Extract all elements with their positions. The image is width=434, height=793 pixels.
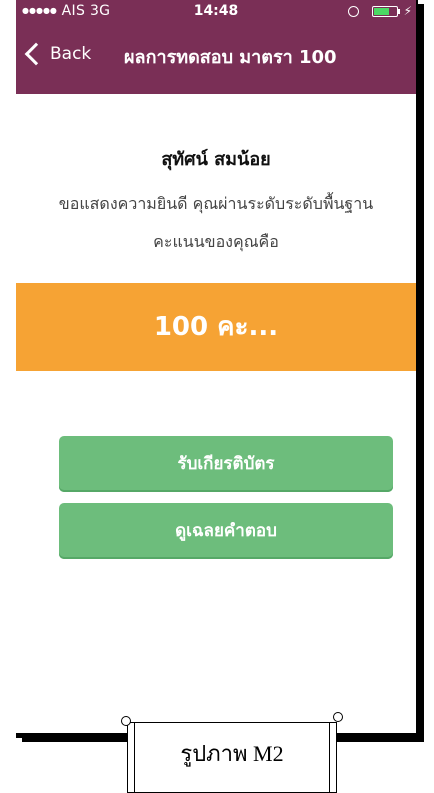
phone-screen: ●●●●● AIS 3G 14:48 ⚡ Back ผลการทดสอบ มาต… — [16, 0, 416, 733]
navigation-bar: Back ผลการทดสอบ มาตรา 100 — [16, 22, 416, 94]
score-value: 100 คะ... — [153, 312, 279, 342]
view-answers-button[interactable]: ดูเฉลยคำตอบ — [59, 503, 393, 559]
page-title: ผลการทดสอบ มาตรา 100 — [124, 47, 337, 68]
chevron-left-icon — [24, 42, 48, 66]
status-right: ⚡ — [348, 0, 412, 22]
scroll-curl-right-icon — [333, 712, 343, 722]
status-bar: ●●●●● AIS 3G 14:48 ⚡ — [16, 0, 416, 22]
battery-icon — [371, 5, 398, 17]
back-button[interactable]: Back — [24, 42, 92, 66]
orientation-lock-icon — [348, 5, 360, 17]
figure-caption: รูปภาพ M2 — [119, 712, 345, 793]
score-intro: คะแนนของคุณคือ — [153, 232, 279, 251]
caption-text: รูปภาพ M2 — [180, 741, 284, 766]
charging-icon: ⚡ — [403, 4, 412, 18]
back-label: Back — [50, 44, 92, 64]
get-certificate-button[interactable]: รับเกียรติบัตร — [59, 436, 393, 492]
battery-tip — [397, 8, 400, 14]
score-banner: 100 คะ... — [16, 283, 416, 371]
student-name: สุทัศน์ สมน้อย — [161, 149, 271, 170]
congrats-message: ขอแสดงความยินดี คุณผ่านระดับระดับพื้นฐาน — [58, 194, 374, 213]
